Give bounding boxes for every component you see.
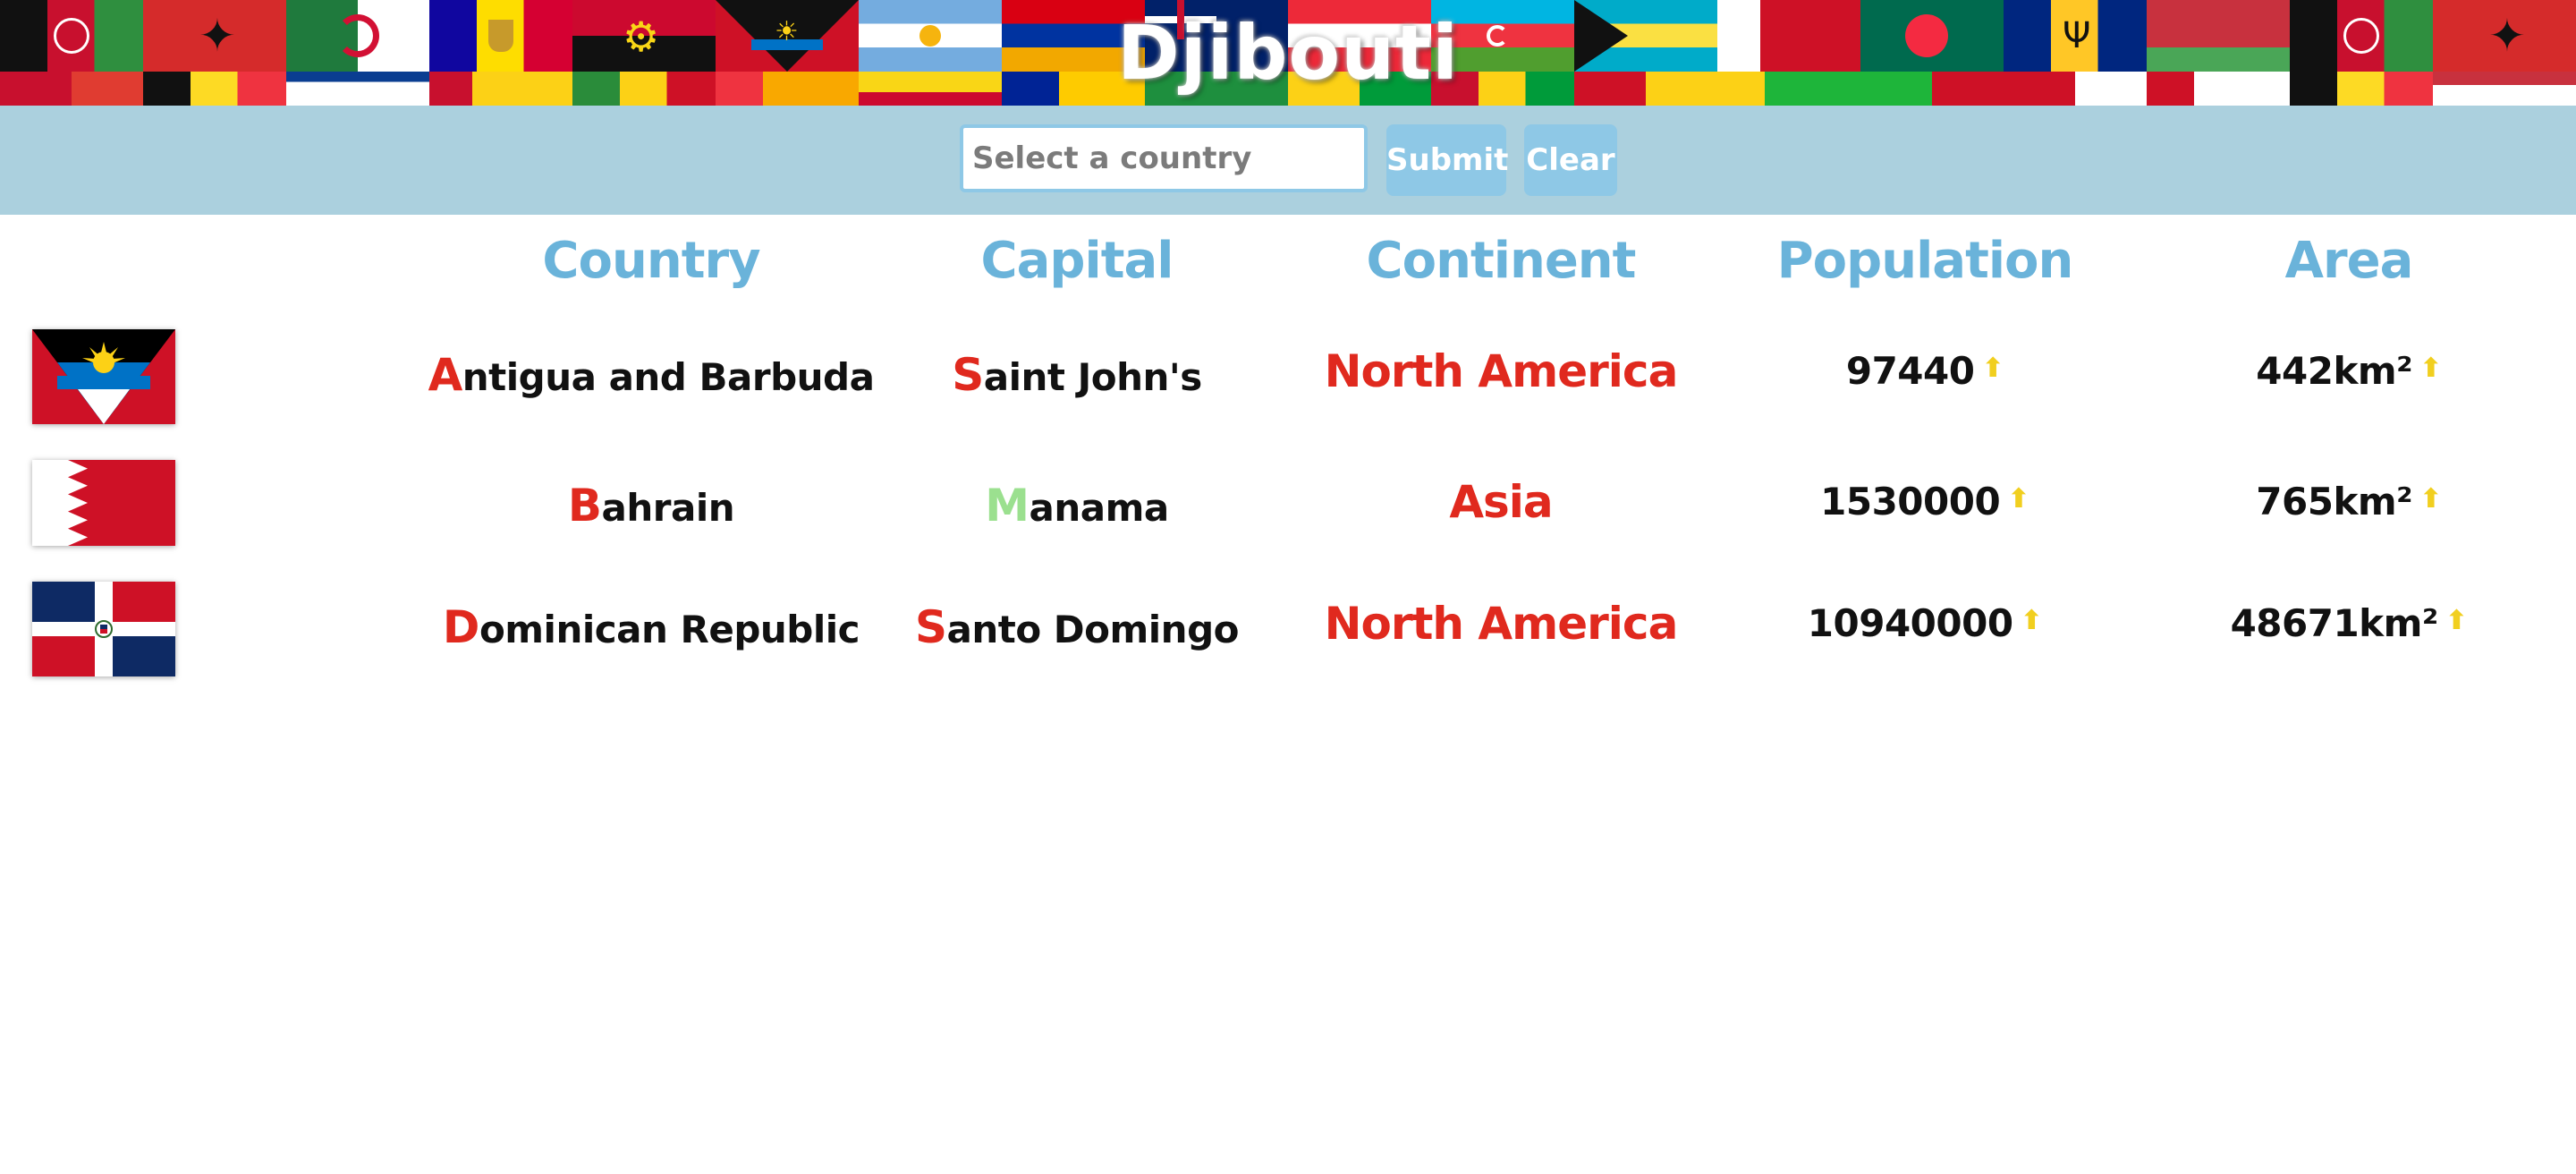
bahrain-flag bbox=[32, 460, 175, 546]
flag-banner: ✦ ⚙ ☀ Ψ ✦ Djibouti bbox=[0, 0, 2576, 106]
guess-row: Dominican Republic Santo Domingo North A… bbox=[0, 582, 2576, 680]
capital-first-letter: S bbox=[952, 349, 984, 401]
country-first-letter: D bbox=[442, 601, 480, 653]
population-value: 1530000 bbox=[1820, 480, 2001, 523]
country-search-input[interactable] bbox=[960, 124, 1368, 192]
up-arrow-icon: ⬆ bbox=[2419, 483, 2442, 515]
area-cell: 442km² ⬆ bbox=[2125, 349, 2572, 393]
country-rest: ominican Republic bbox=[479, 608, 860, 651]
up-arrow-icon: ⬆ bbox=[2007, 483, 2029, 515]
header-continent: Continent bbox=[1366, 232, 1637, 290]
dominican-republic-flag bbox=[32, 582, 175, 676]
population-cell: 1530000 ⬆ bbox=[1701, 480, 2148, 523]
bahrain-flag-image bbox=[32, 460, 175, 546]
submit-button[interactable]: Submit bbox=[1386, 124, 1508, 196]
capital-first-letter: M bbox=[985, 480, 1030, 532]
country-rest: ahrain bbox=[601, 486, 735, 530]
up-arrow-icon: ⬆ bbox=[1981, 353, 2004, 384]
header-capital: Capital bbox=[980, 232, 1174, 290]
header-country: Country bbox=[542, 232, 760, 290]
continent-cell: North America bbox=[1324, 598, 1679, 650]
antigua-and-barbuda-flag bbox=[32, 329, 175, 424]
country-rest: ntigua and Barbuda bbox=[462, 355, 875, 399]
area-cell: 765km² ⬆ bbox=[2125, 480, 2572, 523]
population-value: 10940000 bbox=[1807, 601, 2013, 645]
capital-cell: Saint John's bbox=[853, 349, 1301, 401]
control-bar: Submit Clear bbox=[0, 106, 2576, 215]
country-first-letter: B bbox=[567, 480, 602, 532]
capital-rest: anama bbox=[1029, 486, 1170, 530]
capital-rest: aint John's bbox=[983, 355, 1202, 399]
country-first-letter: A bbox=[428, 349, 463, 401]
area-value: 48671km² bbox=[2230, 601, 2439, 645]
up-arrow-icon: ⬆ bbox=[2445, 605, 2468, 636]
up-arrow-icon: ⬆ bbox=[2419, 353, 2442, 384]
guess-row: Bahrain Manama Asia 1530000 ⬆ 765km² ⬆ bbox=[0, 460, 2576, 558]
country-cell: Dominican Republic bbox=[428, 601, 875, 653]
guess-row: Antigua and Barbuda Saint John's North A… bbox=[0, 329, 2576, 428]
area-cell: 48671km² ⬆ bbox=[2125, 601, 2572, 645]
clear-button[interactable]: Clear bbox=[1524, 124, 1617, 196]
population-value: 97440 bbox=[1845, 349, 1975, 393]
continent-cell: North America bbox=[1324, 345, 1679, 397]
capital-rest: anto Domingo bbox=[946, 608, 1240, 651]
country-cell: Antigua and Barbuda bbox=[428, 349, 875, 401]
continent-cell: Asia bbox=[1449, 476, 1553, 528]
up-arrow-icon: ⬆ bbox=[2020, 605, 2043, 636]
capital-cell: Santo Domingo bbox=[853, 601, 1301, 653]
population-cell: 97440 ⬆ bbox=[1701, 349, 2148, 393]
capital-first-letter: S bbox=[914, 601, 947, 653]
area-value: 442km² bbox=[2256, 349, 2413, 393]
population-cell: 10940000 ⬆ bbox=[1701, 601, 2148, 645]
game-title: Djibouti bbox=[1117, 9, 1459, 97]
dominican-republic-flag-image bbox=[32, 582, 175, 676]
capital-cell: Manama bbox=[853, 480, 1301, 532]
header-population: Population bbox=[1776, 232, 2074, 290]
area-value: 765km² bbox=[2256, 480, 2413, 523]
antigua-and-barbuda-flag-image bbox=[32, 329, 175, 424]
header-area: Area bbox=[2284, 232, 2414, 290]
country-cell: Bahrain bbox=[428, 480, 875, 532]
